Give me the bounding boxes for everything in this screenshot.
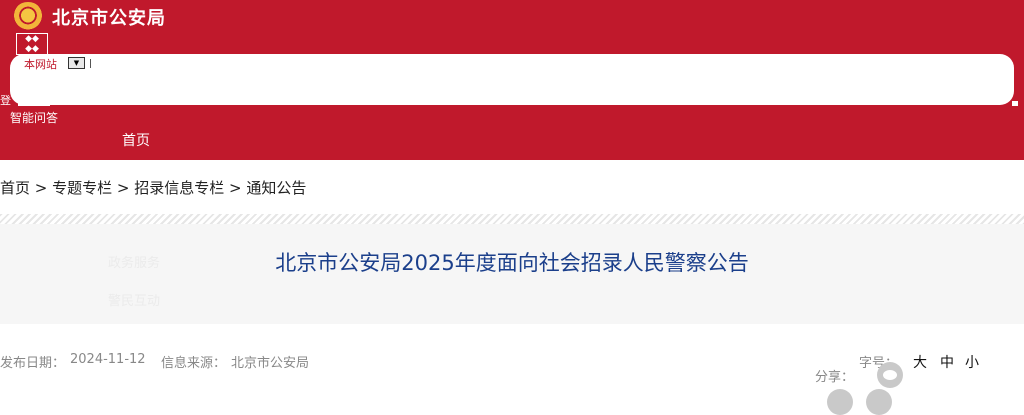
search-bar[interactable]: [10, 54, 1014, 105]
share-label: 分享：: [815, 370, 855, 385]
nav-ghost-item: 警民互动: [108, 294, 161, 309]
search-input-caret[interactable]: [90, 59, 91, 68]
publish-date: 2024-11-12: [70, 352, 146, 367]
login-box[interactable]: [18, 101, 50, 106]
site-title[interactable]: 北京市公安局: [52, 4, 166, 30]
nav-item-home[interactable]: 首页: [122, 130, 150, 150]
font-size-medium-button[interactable]: 中: [940, 352, 954, 372]
font-size-large-button[interactable]: 大: [913, 352, 927, 372]
publish-date-label: 发布日期：: [0, 356, 66, 371]
wechat-icon[interactable]: [877, 362, 903, 388]
police-emblem-icon[interactable]: [12, 2, 44, 32]
smart-qa-link[interactable]: 智能问答: [10, 109, 58, 126]
login-link[interactable]: 登: [0, 92, 11, 108]
qzone-icon[interactable]: [866, 389, 892, 415]
mini-logo-icon: ◆◆ ◆◆: [16, 33, 48, 55]
source-label: 信息来源：: [161, 356, 227, 371]
weibo-icon[interactable]: [827, 389, 853, 415]
article-title: 北京市公安局2025年度面向社会招录人民警察公告: [275, 251, 749, 275]
search-scope-dropdown[interactable]: ▼: [68, 57, 85, 69]
search-scope-label: 本网站: [24, 58, 57, 71]
font-size-small-button[interactable]: 小: [965, 352, 979, 372]
edge-decoration: [1012, 101, 1018, 106]
source-value: 北京市公安局: [231, 356, 310, 371]
breadcrumb[interactable]: 首页 > 专题专栏 > 招录信息专栏 > 通知公告: [0, 177, 306, 198]
hatch-divider: [0, 214, 1024, 224]
